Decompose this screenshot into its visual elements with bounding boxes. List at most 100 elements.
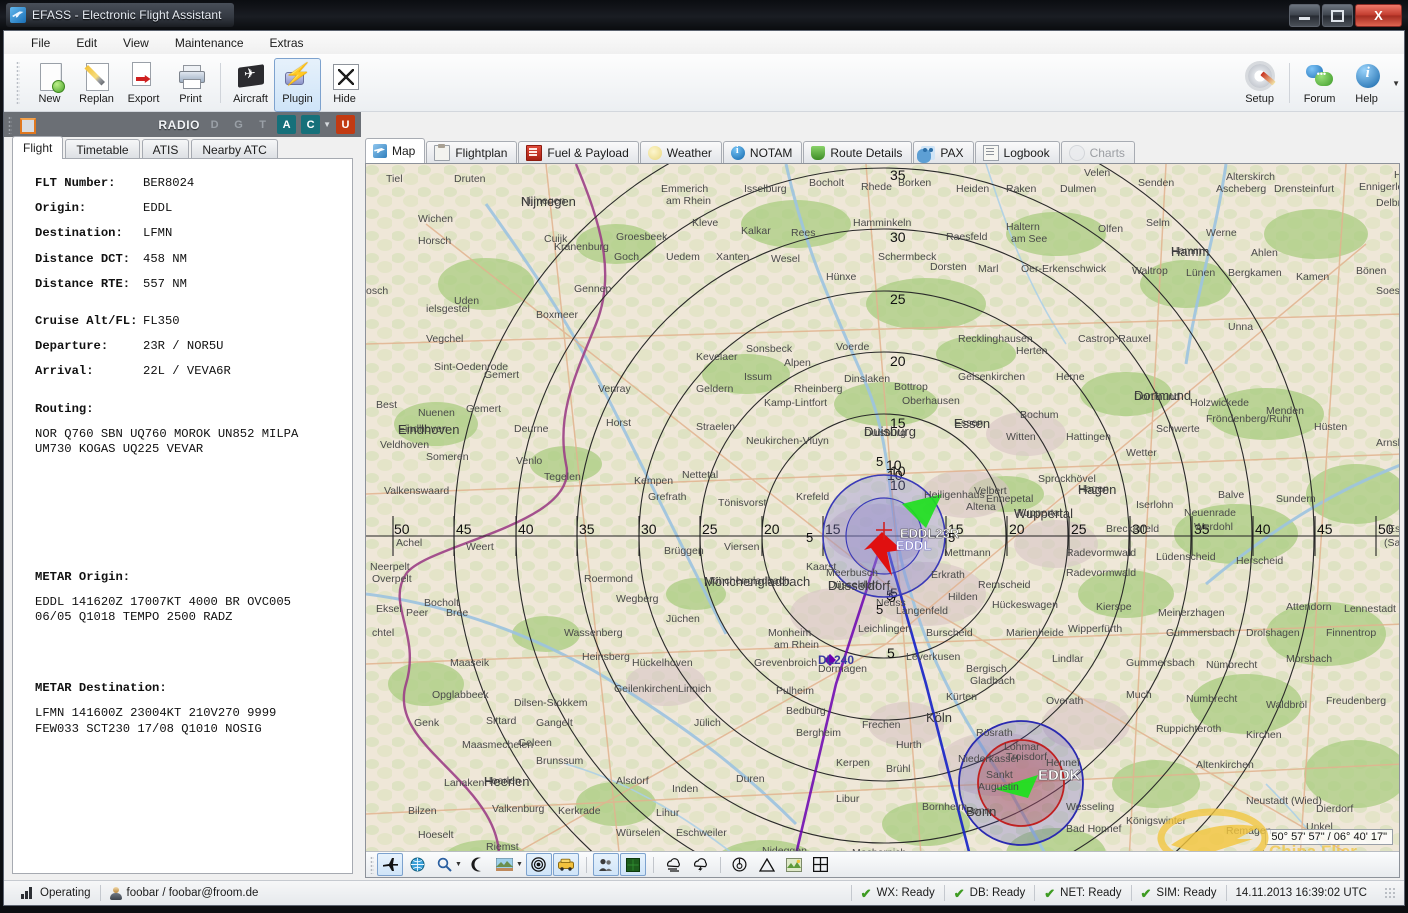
svg-text:Lindlar: Lindlar	[1052, 653, 1084, 665]
replan-button[interactable]: Replan	[73, 58, 120, 112]
svg-text:Bree: Bree	[446, 607, 468, 619]
svg-text:Duisburg: Duisburg	[864, 424, 916, 439]
map-toolbar-drag-handle[interactable]	[370, 855, 374, 874]
aircraft-toggle-button[interactable]	[377, 853, 403, 876]
obstacle-layer-button[interactable]	[754, 853, 780, 876]
metar-origin-text: EDDL 141620Z 17007KT 4000 BR OVC005 06/0…	[35, 595, 291, 625]
radio-button-t[interactable]: T	[253, 115, 272, 134]
map-icon	[373, 144, 387, 158]
check-icon-net: ✔	[1044, 885, 1056, 901]
svg-text:Eindhoven: Eindhoven	[398, 422, 459, 437]
tab-weather[interactable]: Weather	[639, 141, 722, 163]
hide-button[interactable]: Hide	[321, 58, 368, 112]
radio-bar-drag-handle[interactable]	[8, 115, 12, 134]
radio-popout-icon[interactable]	[18, 116, 36, 134]
svg-text:Delbr: Delbr	[1376, 197, 1400, 209]
thunderstorm-icon	[693, 857, 707, 872]
departure-value: 23R / NOR5U	[143, 339, 224, 354]
help-button[interactable]: Help	[1343, 58, 1390, 112]
svg-text:Breckerfeld: Breckerfeld	[1106, 523, 1159, 535]
radio-button-u[interactable]: U	[336, 115, 355, 134]
radio-dropdown-caret-icon[interactable]: ▼	[323, 120, 331, 129]
vehicle-traffic-button[interactable]	[552, 853, 579, 876]
radio-button-a[interactable]: A	[277, 115, 297, 134]
tab-flightplan[interactable]: Flightplan	[426, 141, 518, 163]
svg-text:Goch: Goch	[614, 251, 639, 263]
airplane-icon	[382, 858, 398, 871]
tab-fuel-payload[interactable]: Fuel & Payload	[518, 141, 639, 163]
tab-charts-label: Charts	[1089, 145, 1125, 160]
plugin-button[interactable]: ⚡ Plugin	[274, 58, 321, 112]
tab-logbook[interactable]: Logbook	[974, 141, 1060, 163]
svg-text:Holzwickede: Holzwickede	[1190, 397, 1249, 409]
help-dropdown-caret-icon[interactable]: ▼	[1392, 79, 1400, 88]
terrain-layer-button[interactable]	[492, 853, 518, 876]
svg-text:Dulmen: Dulmen	[1060, 183, 1096, 195]
svg-text:Sankt: Sankt	[986, 769, 1013, 781]
fog-layer-button[interactable]	[660, 853, 686, 876]
setup-button[interactable]: Setup	[1236, 58, 1283, 112]
svg-text:Iserlohn: Iserlohn	[1136, 499, 1174, 511]
svg-text:Würselen: Würselen	[616, 827, 661, 839]
zoom-tool-button[interactable]	[431, 853, 457, 876]
forum-button[interactable]: Forum	[1296, 58, 1343, 112]
scenery-layer-button[interactable]	[781, 853, 807, 876]
check-icon-wx: ✔	[860, 885, 872, 901]
svg-text:50: 50	[394, 521, 410, 537]
svg-text:Bornheim: Bornheim	[922, 801, 967, 813]
menu-extras[interactable]: Extras	[257, 33, 317, 53]
svg-text:Königswinter: Königswinter	[1126, 815, 1187, 827]
svg-text:Essen: Essen	[954, 416, 990, 431]
tab-nearby-atc[interactable]: Nearby ATC	[191, 139, 278, 159]
svg-text:Monheim: Monheim	[768, 627, 811, 639]
tab-atis[interactable]: ATIS	[141, 139, 190, 159]
menu-edit[interactable]: Edit	[63, 33, 110, 53]
grid-layer-button[interactable]	[808, 853, 834, 876]
radio-button-g[interactable]: G	[229, 115, 248, 134]
toolbar-drag-handle[interactable]	[16, 61, 20, 105]
print-button[interactable]: Print	[167, 58, 214, 112]
main-toolbar: New Replan Export Print ✈ Aircraft ⚡ Plu…	[4, 54, 1404, 112]
field-distance-dct: Distance DCT: 458 NM	[35, 252, 352, 264]
compass-tool-button[interactable]	[727, 853, 753, 876]
tab-charts[interactable]: Charts	[1060, 141, 1135, 163]
svg-text:5: 5	[948, 530, 955, 545]
center-target-button[interactable]	[525, 853, 552, 876]
radio-button-d[interactable]: D	[205, 115, 224, 134]
client-area: File Edit View Maintenance Extras New Re…	[3, 30, 1405, 906]
aircraft-button[interactable]: Aircraft	[227, 58, 274, 112]
svg-text:Tiel: Tiel	[386, 173, 403, 185]
map-canvas[interactable]: 35	[366, 164, 1399, 877]
svg-text:Bönen: Bönen	[1356, 265, 1387, 277]
storm-layer-button[interactable]	[687, 853, 713, 876]
svg-text:Hattingen: Hattingen	[1066, 431, 1111, 443]
triangle-obstacle-icon	[758, 857, 775, 872]
menu-maintenance[interactable]: Maintenance	[162, 33, 257, 53]
tab-pax[interactable]: PAX	[913, 141, 974, 163]
maximize-button[interactable]	[1322, 4, 1353, 27]
navaid-toggle-button[interactable]	[404, 853, 430, 876]
tab-flight[interactable]: Flight	[12, 136, 64, 159]
export-button[interactable]: Export	[120, 58, 167, 112]
radio-button-c[interactable]: C	[301, 115, 321, 134]
svg-text:Grevenbroich: Grevenbroich	[754, 657, 817, 669]
radar-overlay-button[interactable]	[619, 853, 646, 876]
map-view[interactable]: 35	[365, 163, 1400, 878]
menu-view[interactable]: View	[110, 33, 162, 53]
traffic-people-button[interactable]	[592, 853, 619, 876]
minimize-button[interactable]	[1289, 4, 1320, 27]
svg-text:Freudenberg: Freudenberg	[1326, 695, 1386, 707]
tab-notam[interactable]: NOTAM	[722, 141, 803, 163]
tab-route-details[interactable]: Route Details	[803, 141, 913, 163]
tab-map[interactable]: Map	[365, 138, 426, 163]
svg-text:Jülich: Jülich	[694, 717, 721, 729]
close-button[interactable]: X	[1355, 4, 1402, 27]
svg-text:Wassenberg: Wassenberg	[564, 627, 623, 639]
resize-grip[interactable]	[1384, 887, 1396, 899]
new-button[interactable]: New	[26, 58, 73, 112]
svg-text:Horst: Horst	[606, 417, 631, 429]
svg-text:Libur: Libur	[836, 793, 860, 805]
menu-file[interactable]: File	[18, 33, 63, 53]
tab-timetable[interactable]: Timetable	[65, 139, 140, 159]
night-mode-button[interactable]	[465, 853, 491, 876]
